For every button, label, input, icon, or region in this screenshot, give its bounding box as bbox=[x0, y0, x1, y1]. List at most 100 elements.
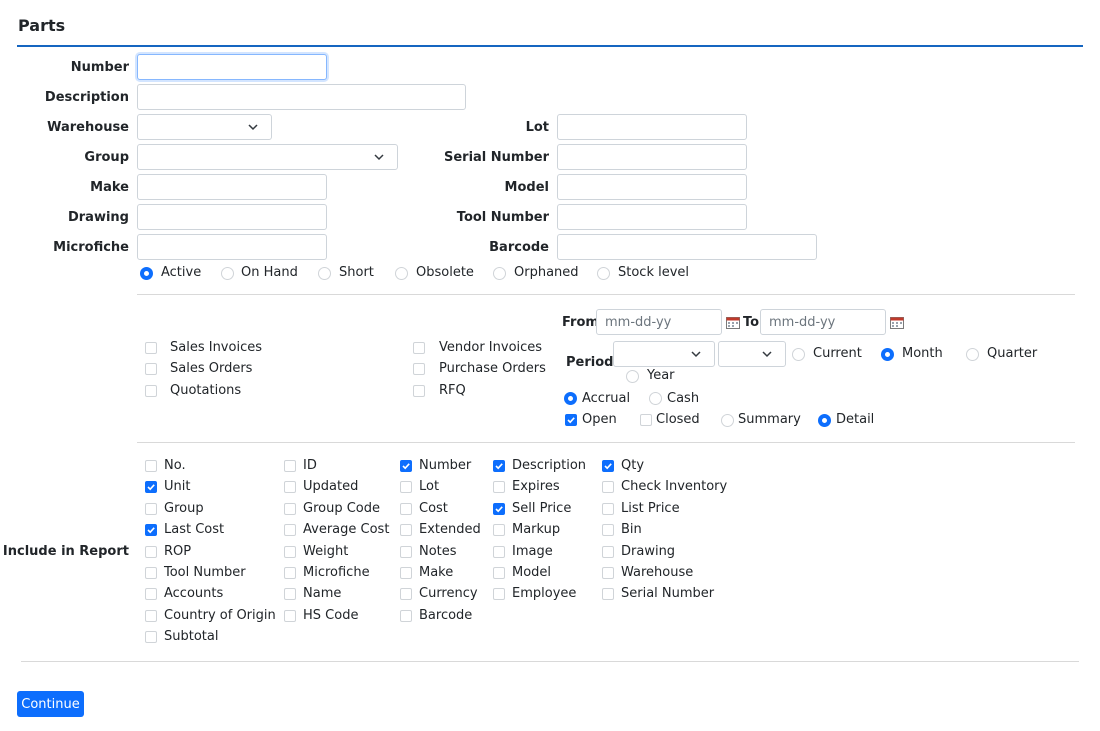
report-tool-number-checkbox[interactable] bbox=[145, 567, 157, 579]
barcode-input[interactable] bbox=[557, 234, 817, 260]
quotations-label: Quotations bbox=[170, 383, 242, 398]
report-last-cost-checkbox[interactable] bbox=[145, 524, 157, 536]
period-year-radio[interactable] bbox=[626, 370, 639, 383]
sales-orders-checkbox[interactable] bbox=[145, 363, 157, 375]
report-average-cost-checkbox[interactable] bbox=[284, 524, 296, 536]
rfq-checkbox[interactable] bbox=[413, 385, 425, 397]
calendar-icon[interactable] bbox=[726, 316, 740, 329]
report-microfiche-label: Microfiche bbox=[303, 565, 370, 580]
barcode-label: Barcode bbox=[489, 240, 549, 255]
report-group-checkbox[interactable] bbox=[145, 503, 157, 515]
status-stock-level-label: Stock level bbox=[618, 265, 690, 280]
make-input[interactable] bbox=[137, 174, 327, 200]
period-month-select[interactable] bbox=[718, 341, 786, 367]
report-warehouse-checkbox[interactable] bbox=[602, 567, 614, 579]
report-hs-code-checkbox[interactable] bbox=[284, 610, 296, 622]
serial-number-input[interactable] bbox=[557, 144, 747, 170]
accrual-radio[interactable] bbox=[564, 392, 577, 405]
group-select[interactable] bbox=[137, 144, 398, 170]
report-qty-label: Qty bbox=[621, 458, 645, 473]
report-no-checkbox[interactable] bbox=[145, 460, 157, 472]
report-accounts-checkbox[interactable] bbox=[145, 588, 157, 600]
accrual-label: Accrual bbox=[582, 391, 631, 406]
status-obsolete-radio[interactable] bbox=[395, 267, 408, 280]
status-stock-level-radio[interactable] bbox=[597, 267, 610, 280]
report-bin-checkbox[interactable] bbox=[602, 524, 614, 536]
calendar-icon[interactable] bbox=[890, 316, 904, 329]
continue-button[interactable]: Continue bbox=[17, 691, 84, 717]
drawing-input[interactable] bbox=[137, 204, 327, 230]
report-number-checkbox[interactable] bbox=[400, 460, 412, 472]
number-input[interactable] bbox=[137, 54, 327, 80]
period-month-radio[interactable] bbox=[881, 348, 894, 361]
report-country-of-origin-checkbox[interactable] bbox=[145, 610, 157, 622]
microfiche-input[interactable] bbox=[137, 234, 327, 260]
warehouse-select[interactable] bbox=[137, 114, 272, 140]
report-image-checkbox[interactable] bbox=[493, 546, 505, 558]
vendor-invoices-checkbox[interactable] bbox=[413, 342, 425, 354]
quotations-checkbox[interactable] bbox=[145, 385, 157, 397]
report-drawing-checkbox[interactable] bbox=[602, 546, 614, 558]
report-lot-checkbox[interactable] bbox=[400, 481, 412, 493]
report-extended-label: Extended bbox=[419, 522, 481, 537]
report-cost-checkbox[interactable] bbox=[400, 503, 412, 515]
report-markup-checkbox[interactable] bbox=[493, 524, 505, 536]
report-subtotal-checkbox[interactable] bbox=[145, 631, 157, 643]
purchase-orders-checkbox[interactable] bbox=[413, 363, 425, 375]
lot-input[interactable] bbox=[557, 114, 747, 140]
report-make-checkbox[interactable] bbox=[400, 567, 412, 579]
description-input[interactable] bbox=[137, 84, 466, 110]
report-sell-price-label: Sell Price bbox=[512, 501, 572, 516]
report-group-code-checkbox[interactable] bbox=[284, 503, 296, 515]
status-on-hand-radio[interactable] bbox=[221, 267, 234, 280]
report-list-price-checkbox[interactable] bbox=[602, 503, 614, 515]
report-check-inventory-checkbox[interactable] bbox=[602, 481, 614, 493]
report-id-checkbox[interactable] bbox=[284, 460, 296, 472]
report-rop-label: ROP bbox=[164, 544, 192, 559]
report-weight-checkbox[interactable] bbox=[284, 546, 296, 558]
from-label: From bbox=[562, 315, 599, 330]
report-description-checkbox[interactable] bbox=[493, 460, 505, 472]
report-serial-number-checkbox[interactable] bbox=[602, 588, 614, 600]
status-orphaned-radio[interactable] bbox=[493, 267, 506, 280]
report-name-checkbox[interactable] bbox=[284, 588, 296, 600]
report-unit-checkbox[interactable] bbox=[145, 481, 157, 493]
sales-invoices-checkbox[interactable] bbox=[145, 342, 157, 354]
summary-radio[interactable] bbox=[721, 414, 734, 427]
period-quarter-radio[interactable] bbox=[966, 348, 979, 361]
report-bin-label: Bin bbox=[621, 522, 642, 537]
report-currency-checkbox[interactable] bbox=[400, 588, 412, 600]
report-barcode-checkbox[interactable] bbox=[400, 610, 412, 622]
report-model-checkbox[interactable] bbox=[493, 567, 505, 579]
report-serial-number-label: Serial Number bbox=[621, 586, 715, 601]
period-current-label: Current bbox=[813, 346, 862, 361]
page-title: Parts bbox=[18, 16, 66, 35]
open-checkbox[interactable] bbox=[565, 414, 577, 426]
report-qty-checkbox[interactable] bbox=[602, 460, 614, 472]
report-updated-checkbox[interactable] bbox=[284, 481, 296, 493]
status-active-radio[interactable] bbox=[140, 267, 153, 280]
report-sell-price-checkbox[interactable] bbox=[493, 503, 505, 515]
report-rop-checkbox[interactable] bbox=[145, 546, 157, 558]
from-date-input[interactable]: mm-dd-yy bbox=[596, 309, 722, 335]
period-year-label: Year bbox=[647, 368, 675, 383]
report-microfiche-checkbox[interactable] bbox=[284, 567, 296, 579]
status-short-radio[interactable] bbox=[318, 267, 331, 280]
report-average-cost-label: Average Cost bbox=[303, 522, 390, 537]
to-date-input[interactable]: mm-dd-yy bbox=[760, 309, 886, 335]
vendor-invoices-label: Vendor Invoices bbox=[439, 340, 543, 355]
report-extended-checkbox[interactable] bbox=[400, 524, 412, 536]
to-label: To bbox=[743, 315, 760, 330]
checkmark-icon bbox=[147, 484, 155, 491]
report-expires-checkbox[interactable] bbox=[493, 481, 505, 493]
model-input[interactable] bbox=[557, 174, 747, 200]
report-notes-checkbox[interactable] bbox=[400, 546, 412, 558]
cash-radio[interactable] bbox=[649, 392, 662, 405]
report-image-label: Image bbox=[512, 544, 553, 559]
period-year-select[interactable] bbox=[613, 341, 715, 367]
period-current-radio[interactable] bbox=[792, 348, 805, 361]
report-employee-checkbox[interactable] bbox=[493, 588, 505, 600]
tool-number-input[interactable] bbox=[557, 204, 747, 230]
detail-radio[interactable] bbox=[818, 414, 831, 427]
closed-checkbox[interactable] bbox=[640, 414, 652, 426]
